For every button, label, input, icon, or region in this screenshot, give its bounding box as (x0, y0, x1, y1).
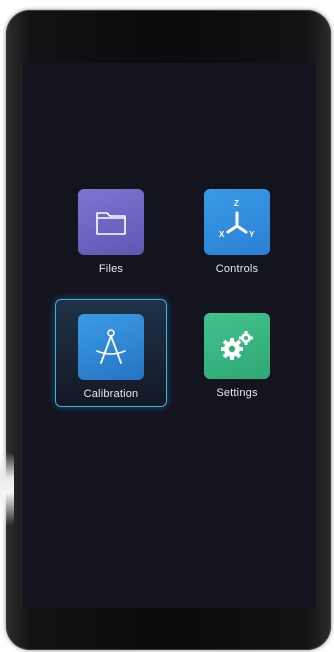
gears-icon (218, 329, 256, 363)
axis-z-label: Z (234, 199, 239, 208)
folder-icon (94, 207, 128, 237)
bezel-glare (0, 452, 14, 526)
settings-tile (204, 313, 270, 379)
menu-item-label: Controls (215, 263, 259, 275)
screen: Files Z X Y Controls Calibration Setting… (23, 63, 316, 608)
menu-item-label: Files (98, 263, 124, 275)
compass-icon (93, 327, 129, 367)
files-tile (78, 189, 144, 255)
menu-item-label: Calibration (83, 388, 139, 400)
controls-tile: Z X Y (204, 189, 270, 255)
menu-item-files[interactable]: Files (55, 175, 167, 283)
menu-item-label: Settings (216, 387, 258, 399)
axis-x-label: X (219, 230, 225, 239)
menu-item-controls[interactable]: Z X Y Controls (181, 175, 293, 283)
menu-item-settings[interactable]: Settings (181, 299, 293, 407)
calibration-tile (78, 314, 144, 380)
axis-y-label: Y (249, 230, 255, 239)
menu-item-calibration[interactable]: Calibration (55, 299, 167, 407)
xyz-axes-icon: Z X Y (212, 197, 262, 247)
